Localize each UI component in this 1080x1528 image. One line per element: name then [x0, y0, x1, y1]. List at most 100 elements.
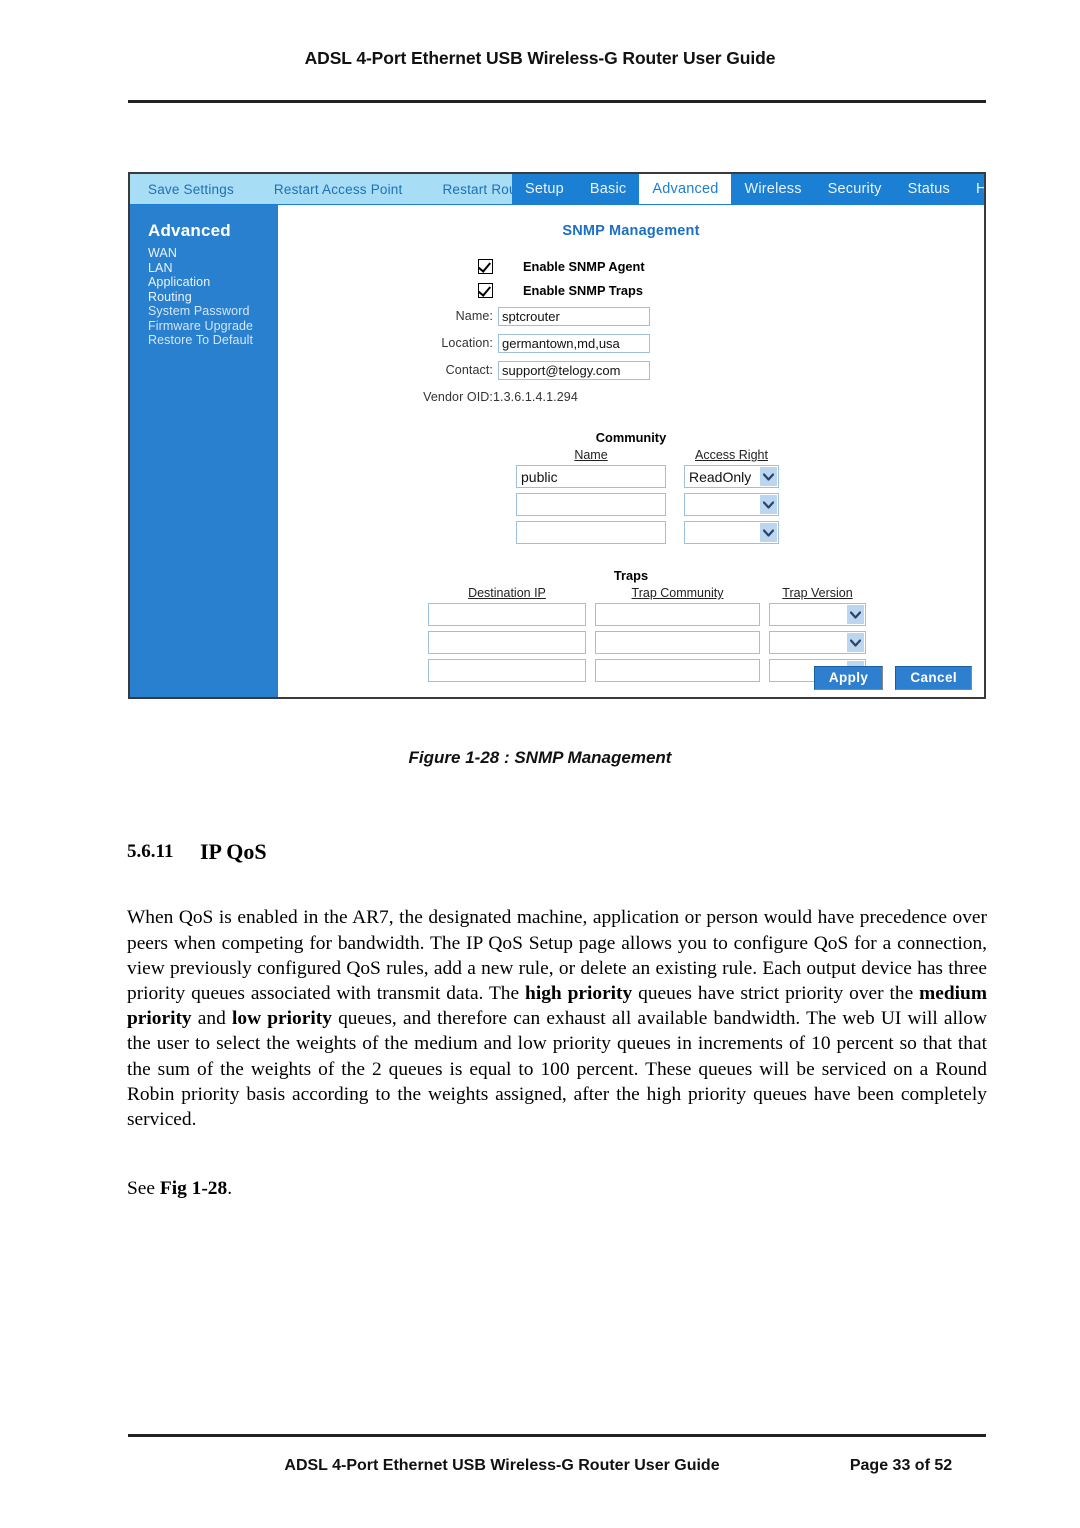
- para2-suffix: .: [227, 1178, 233, 1200]
- panel-title: SNMP Management: [562, 223, 700, 239]
- trap-community-input-1[interactable]: [595, 603, 760, 626]
- sidebar-item-restore-to-default[interactable]: Restore To Default: [148, 333, 278, 348]
- community-access-select-1[interactable]: ReadOnly: [684, 465, 779, 488]
- footer-rule: [128, 1434, 986, 1437]
- para2-bold-fig-ref: Fig 1-28: [159, 1178, 228, 1200]
- page-footer: ADSL 4-Port Ethernet USB Wireless-G Rout…: [128, 1457, 986, 1475]
- community-access-value-1: ReadOnly: [689, 468, 752, 485]
- footer-title: ADSL 4-Port Ethernet USB Wireless-G Rout…: [284, 1457, 720, 1474]
- para1-part2: queues have strict priority over the: [632, 983, 920, 1004]
- traps-column-headers: Destination IP Trap Community Trap Versi…: [428, 586, 984, 600]
- name-input[interactable]: [498, 306, 650, 326]
- tab-help[interactable]: Help: [963, 174, 984, 204]
- tab-wireless[interactable]: Wireless: [731, 174, 814, 204]
- footer-page-number: Page 33 of 52: [849, 1457, 953, 1474]
- snmp-toggles-group: Enable SNMP Agent Enable SNMP Traps: [278, 257, 984, 299]
- para1-bold-low-priority: low priority: [232, 1008, 332, 1030]
- para1-part3: and: [191, 1008, 232, 1030]
- community-name-input-2[interactable]: [516, 493, 666, 516]
- chevron-down-icon: [847, 633, 864, 652]
- tab-setup[interactable]: Setup: [512, 174, 577, 204]
- community-table: Name Access Right ReadOnly: [278, 448, 984, 544]
- community-section-heading: Community: [595, 430, 667, 445]
- community-row: ReadOnly: [516, 465, 984, 488]
- community-column-headers: Name Access Right: [516, 448, 984, 462]
- location-input[interactable]: [498, 333, 650, 353]
- name-field-label: Name:: [455, 309, 493, 323]
- contact-field-label: Contact:: [445, 363, 493, 377]
- enable-snmp-traps-checkbox[interactable]: [478, 282, 493, 298]
- name-field-row: Name:: [278, 305, 984, 327]
- trap-destination-ip-input-1[interactable]: [428, 603, 586, 626]
- vendor-oid-value: 1.3.6.1.4.1.294: [493, 390, 578, 404]
- enable-snmp-traps-row: Enable SNMP Traps: [478, 281, 984, 299]
- chevron-down-icon: [760, 495, 777, 514]
- sidebar-menu: Advanced WAN LAN Application Routing Sys…: [130, 205, 278, 697]
- traps-row: [428, 603, 984, 626]
- community-name-input-3[interactable]: [516, 521, 666, 544]
- sidebar-item-firmware-upgrade[interactable]: Firmware Upgrade: [148, 319, 278, 334]
- enable-snmp-traps-label: Enable SNMP Traps: [523, 282, 643, 298]
- enable-snmp-agent-label: Enable SNMP Agent: [523, 258, 645, 274]
- trap-community-input-2[interactable]: [595, 631, 760, 654]
- section-number: 5.6.11: [127, 841, 174, 862]
- trap-version-select-1[interactable]: [769, 603, 866, 626]
- contact-input[interactable]: [498, 360, 650, 380]
- tab-security[interactable]: Security: [815, 174, 895, 204]
- navigation-bar: Save Settings Restart Access Point Resta…: [130, 174, 984, 205]
- sidebar-item-application[interactable]: Application: [148, 275, 278, 290]
- nav-tabs-group: Setup Basic Advanced Wireless Security S…: [512, 174, 984, 204]
- community-row: [516, 493, 984, 516]
- traps-destination-column-header: Destination IP: [468, 586, 546, 600]
- vendor-oid-row: Vendor OID: 1.3.6.1.4.1.294: [278, 386, 984, 408]
- header-rule: [128, 100, 986, 103]
- location-field-label: Location:: [441, 336, 493, 350]
- sidebar-item-lan[interactable]: LAN: [148, 261, 278, 276]
- community-name-column-header: Name: [574, 448, 608, 462]
- apply-button[interactable]: Apply: [813, 666, 884, 690]
- document-page: ADSL 4-Port Ethernet USB Wireless-G Rout…: [0, 0, 1080, 1528]
- trap-community-input-3[interactable]: [595, 659, 760, 682]
- chevron-down-icon: [847, 605, 864, 624]
- trap-destination-ip-input-2[interactable]: [428, 631, 586, 654]
- traps-community-column-header: Trap Community: [631, 586, 724, 600]
- nav-action-save-settings[interactable]: Save Settings: [148, 182, 234, 197]
- nav-action-restart-access-point[interactable]: Restart Access Point: [274, 182, 403, 197]
- panel-content: SNMP Management Enable SNMP Agent Enable…: [278, 205, 984, 697]
- para1-bold-high-priority: high priority: [525, 983, 633, 1004]
- community-access-column-header: Access Right: [695, 448, 768, 462]
- para2-prefix: See: [127, 1178, 160, 1200]
- sidebar-title: Advanced: [148, 221, 231, 240]
- tab-status[interactable]: Status: [895, 174, 963, 204]
- tab-basic[interactable]: Basic: [577, 174, 639, 204]
- community-row: [516, 521, 984, 544]
- chevron-down-icon: [760, 467, 777, 486]
- nav-actions-group: Save Settings Restart Access Point Resta…: [130, 174, 533, 204]
- community-name-input-1[interactable]: [516, 465, 666, 488]
- cancel-button[interactable]: Cancel: [895, 666, 972, 690]
- community-access-select-2[interactable]: [684, 493, 779, 516]
- body-paragraph-2: See Fig 1-28.: [127, 1176, 987, 1201]
- sidebar-item-routing[interactable]: Routing: [148, 290, 278, 305]
- traps-section-heading: Traps: [613, 568, 649, 583]
- enable-snmp-agent-row: Enable SNMP Agent: [478, 257, 984, 275]
- section-title: IP QoS: [200, 839, 267, 864]
- sidebar-item-wan[interactable]: WAN: [148, 246, 278, 261]
- traps-row: [428, 631, 984, 654]
- community-access-select-3[interactable]: [684, 521, 779, 544]
- traps-version-column-header: Trap Version: [782, 586, 853, 600]
- trap-version-select-2[interactable]: [769, 631, 866, 654]
- vendor-oid-label: Vendor OID:: [423, 390, 493, 404]
- trap-destination-ip-input-3[interactable]: [428, 659, 586, 682]
- location-field-row: Location:: [278, 332, 984, 354]
- tab-advanced[interactable]: Advanced: [639, 174, 732, 204]
- router-admin-screenshot: Save Settings Restart Access Point Resta…: [128, 172, 986, 699]
- enable-snmp-agent-checkbox[interactable]: [478, 258, 493, 274]
- contact-field-row: Contact:: [278, 359, 984, 381]
- chevron-down-icon: [760, 523, 777, 542]
- form-action-buttons: Apply Cancel: [813, 666, 972, 690]
- sidebar-item-system-password[interactable]: System Password: [148, 304, 278, 319]
- figure-caption: Figure 1-28 : SNMP Management: [408, 748, 672, 767]
- body-paragraph-1: When QoS is enabled in the AR7, the desi…: [127, 905, 987, 1132]
- screenshot-body: Advanced WAN LAN Application Routing Sys…: [130, 205, 984, 697]
